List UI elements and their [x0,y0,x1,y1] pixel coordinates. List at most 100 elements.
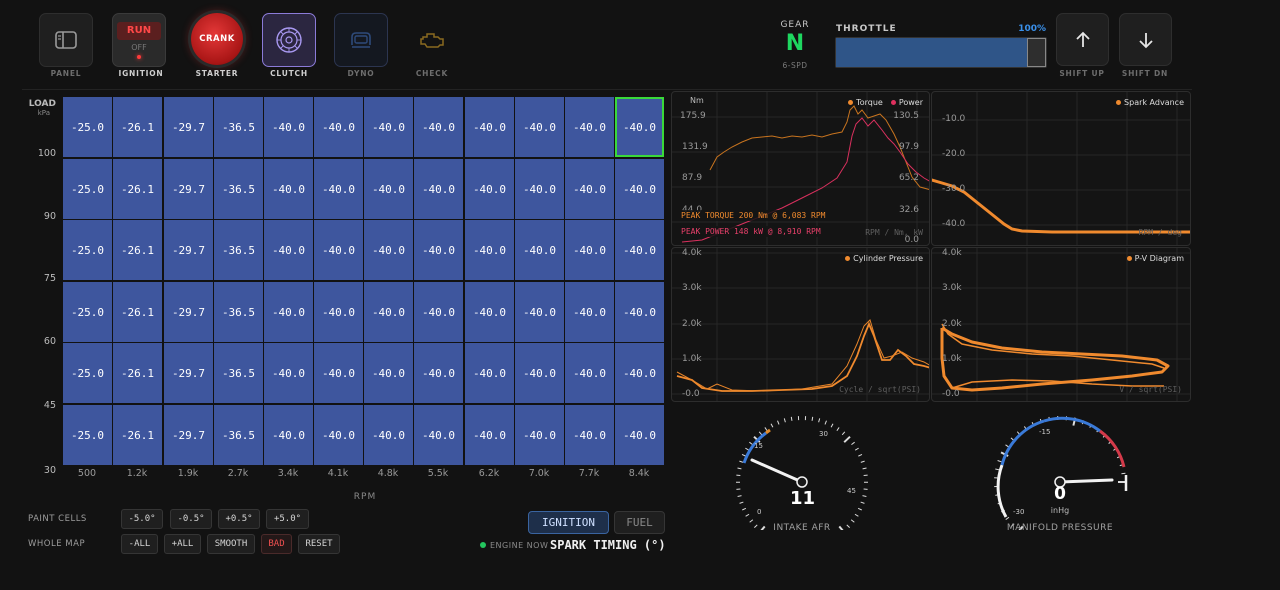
map-cell[interactable]: -40.0 [314,405,363,465]
dyno-button[interactable] [334,13,388,67]
paint-minus-5-button[interactable]: -5.0° [121,509,163,529]
reset-button[interactable]: RESET [298,534,340,554]
map-cell[interactable]: -29.7 [164,343,213,403]
map-cell[interactable]: -40.0 [515,343,564,403]
map-cell[interactable]: -40.0 [314,282,363,342]
map-cell[interactable]: -40.0 [465,220,514,280]
map-cell[interactable]: -26.1 [113,282,162,342]
paint-minus-0-5-button[interactable]: -0.5° [170,509,212,529]
paint-plus-0-5-button[interactable]: +0.5° [218,509,260,529]
map-cell[interactable]: -29.7 [164,220,213,280]
map-cell[interactable]: -40.0 [465,282,514,342]
map-cell[interactable]: -36.5 [214,220,263,280]
map-cell[interactable]: -40.0 [515,282,564,342]
tab-ignition[interactable]: IGNITION [528,511,609,534]
map-cell[interactable]: -40.0 [264,282,313,342]
map-cell[interactable]: -40.0 [314,343,363,403]
map-cell[interactable]: -36.5 [214,159,263,219]
map-cell[interactable]: -25.0 [63,220,112,280]
check-engine-button[interactable] [405,13,459,67]
map-cell[interactable]: -26.1 [113,97,162,157]
map-cell[interactable]: -40.0 [615,97,664,157]
map-cell[interactable]: -40.0 [364,343,413,403]
map-cell[interactable]: -25.0 [63,405,112,465]
map-cell[interactable]: -40.0 [264,405,313,465]
bad-button[interactable]: BAD [261,534,292,554]
map-cell[interactable]: -40.0 [615,343,664,403]
map-cell[interactable]: -40.0 [515,405,564,465]
map-cell[interactable]: -29.7 [164,159,213,219]
map-cell[interactable]: -40.0 [565,343,614,403]
map-cell[interactable]: -40.0 [314,159,363,219]
map-cell[interactable]: -40.0 [364,159,413,219]
map-cell[interactable]: -40.0 [414,159,463,219]
paint-plus-5-button[interactable]: +5.0° [266,509,309,529]
throttle-handle[interactable] [1027,38,1046,67]
tab-fuel[interactable]: FUEL [614,511,665,534]
clutch-button[interactable] [262,13,316,67]
gauge-tick [997,460,1002,463]
map-cell[interactable]: -40.0 [364,282,413,342]
map-cell[interactable]: -40.0 [414,220,463,280]
map-cell[interactable]: -40.0 [565,220,614,280]
check-engine-icon [420,33,444,48]
map-cell[interactable]: -40.0 [465,405,514,465]
legend-cylinder: Cylinder Pressure [845,254,923,263]
map-cell[interactable]: -26.1 [113,343,162,403]
pv-legend: P-V Diagram [1126,254,1184,263]
map-cell[interactable]: -40.0 [465,97,514,157]
map-cell[interactable]: -40.0 [565,405,614,465]
map-cell[interactable]: -40.0 [565,159,614,219]
spark-swatch [1116,100,1122,105]
map-cell[interactable]: -40.0 [414,282,463,342]
map-cell[interactable]: -40.0 [615,405,664,465]
map-cell[interactable]: -40.0 [414,97,463,157]
map-cell[interactable]: -25.0 [63,97,112,157]
minus-all-button[interactable]: -ALL [121,534,158,554]
map-cell[interactable]: -40.0 [264,220,313,280]
ignition-switch[interactable]: RUN OFF [112,13,166,67]
shift-up-button[interactable] [1056,13,1109,66]
map-cell[interactable]: -40.0 [615,220,664,280]
map-cell[interactable]: -40.0 [314,220,363,280]
map-cell[interactable]: -36.5 [214,343,263,403]
map-cell[interactable]: -40.0 [314,97,363,157]
map-cell[interactable]: -40.0 [565,282,614,342]
map-cell[interactable]: -40.0 [515,97,564,157]
throttle-track[interactable] [835,37,1047,68]
map-cell[interactable]: -26.1 [113,220,162,280]
map-cell[interactable]: -36.5 [214,405,263,465]
map-cell[interactable]: -40.0 [364,405,413,465]
map-cell[interactable]: -40.0 [565,97,614,157]
smooth-button[interactable]: SMOOTH [207,534,255,554]
map-cell[interactable]: -40.0 [364,97,413,157]
map-cell[interactable]: -26.1 [113,405,162,465]
map-cell[interactable]: -40.0 [414,405,463,465]
map-cell[interactable]: -40.0 [465,159,514,219]
map-cell[interactable]: -29.7 [164,97,213,157]
map-cell[interactable]: -40.0 [465,343,514,403]
map-cell[interactable]: -36.5 [214,97,263,157]
map-cell[interactable]: -25.0 [63,282,112,342]
map-cell[interactable]: -40.0 [264,343,313,403]
plus-all-button[interactable]: +ALL [164,534,201,554]
panel-button[interactable] [39,13,93,67]
map-cell[interactable]: -40.0 [414,343,463,403]
map-cell[interactable]: -40.0 [615,159,664,219]
map-cell[interactable]: -40.0 [264,97,313,157]
map-cell[interactable]: -29.7 [164,282,213,342]
map-x-tick: 7.0k [528,468,550,479]
map-cell[interactable]: -40.0 [264,159,313,219]
crank-button[interactable]: CRANK [191,13,243,65]
map-cell[interactable]: -40.0 [364,220,413,280]
map-cell[interactable]: -36.5 [214,282,263,342]
map-cell[interactable]: -40.0 [615,282,664,342]
map-cell[interactable]: -40.0 [515,220,564,280]
map-cell[interactable]: -29.7 [164,405,213,465]
map-cell[interactable]: -25.0 [63,159,112,219]
shift-down-button[interactable] [1119,13,1172,66]
map-cell[interactable]: -40.0 [515,159,564,219]
cylinder-tick-3: 2.0k [682,319,702,329]
map-cell[interactable]: -26.1 [113,159,162,219]
map-cell[interactable]: -25.0 [63,343,112,403]
